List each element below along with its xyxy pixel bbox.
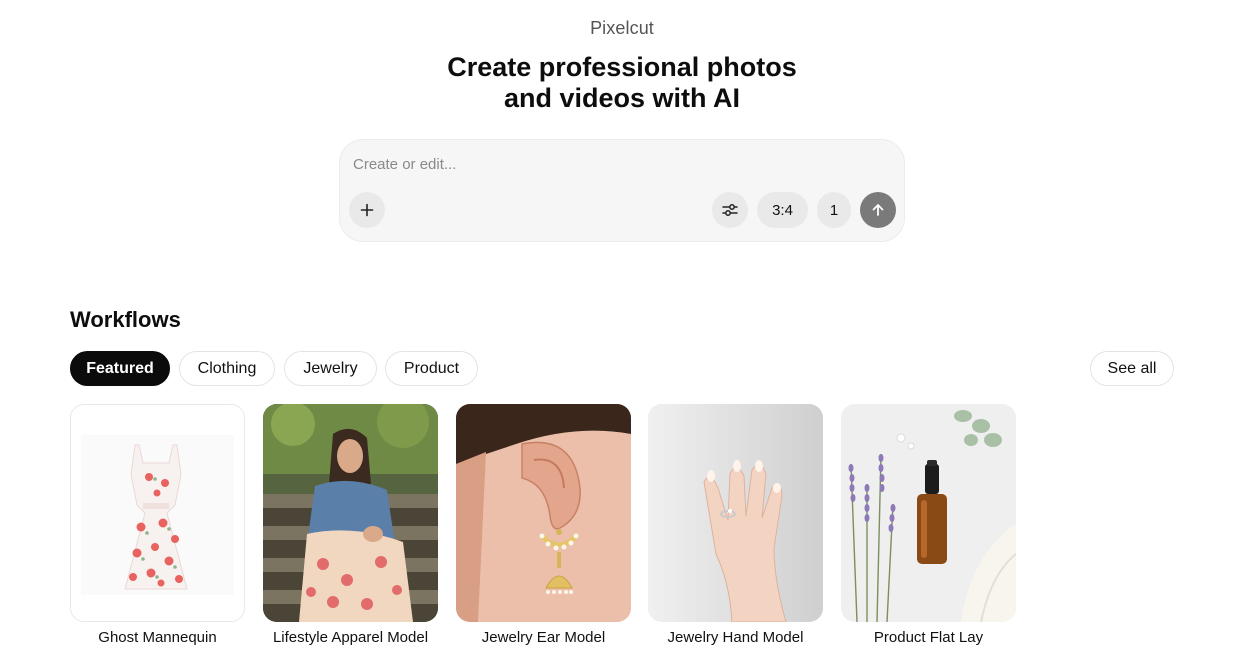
workflow-card-product-flat-lay[interactable]: Product Flat Lay: [841, 404, 1016, 646]
headline-line-2: and videos with AI: [503, 83, 741, 113]
workflows-title: Workflows: [70, 307, 181, 332]
image-count-button[interactable]: 1: [817, 192, 851, 228]
see-all-button[interactable]: See all: [1090, 351, 1174, 386]
plus-icon: [360, 203, 374, 217]
prompt-input[interactable]: [353, 152, 873, 176]
submit-button[interactable]: [860, 192, 896, 228]
brand-name: Pixelcut: [590, 18, 654, 38]
filter-product[interactable]: Product: [385, 351, 478, 386]
add-button[interactable]: [349, 192, 385, 228]
arrow-up-icon: [872, 204, 884, 216]
card-label: Product Flat Lay: [873, 629, 984, 646]
aspect-ratio-button[interactable]: 3:4: [757, 192, 808, 228]
product-flat-lay-image: [841, 404, 1016, 622]
workflow-card-lifestyle-apparel-model[interactable]: Lifestyle Apparel Model: [263, 404, 438, 646]
filter-clothing[interactable]: Clothing: [179, 351, 275, 386]
jewelry-ear-model-image: [456, 404, 631, 622]
jewelry-hand-model-image: [648, 404, 823, 622]
settings-button[interactable]: [712, 192, 748, 228]
ghost-mannequin-image: [70, 404, 245, 622]
workflow-card-jewelry-hand-model[interactable]: Jewelry Hand Model: [648, 404, 823, 646]
filter-jewelry[interactable]: Jewelry: [284, 351, 377, 386]
filter-featured[interactable]: Featured: [70, 351, 170, 386]
page-headline: Create professional photos and videos wi…: [0, 52, 1244, 114]
workflow-card-ghost-mannequin[interactable]: Ghost Mannequin: [70, 404, 245, 646]
prompt-box: 3:4 1: [339, 139, 905, 242]
headline-line-1: Create professional photos: [447, 52, 797, 82]
sliders-icon: [722, 204, 738, 216]
lifestyle-apparel-model-image: [263, 404, 438, 622]
workflow-card-jewelry-ear-model[interactable]: Jewelry Ear Model: [456, 404, 631, 646]
